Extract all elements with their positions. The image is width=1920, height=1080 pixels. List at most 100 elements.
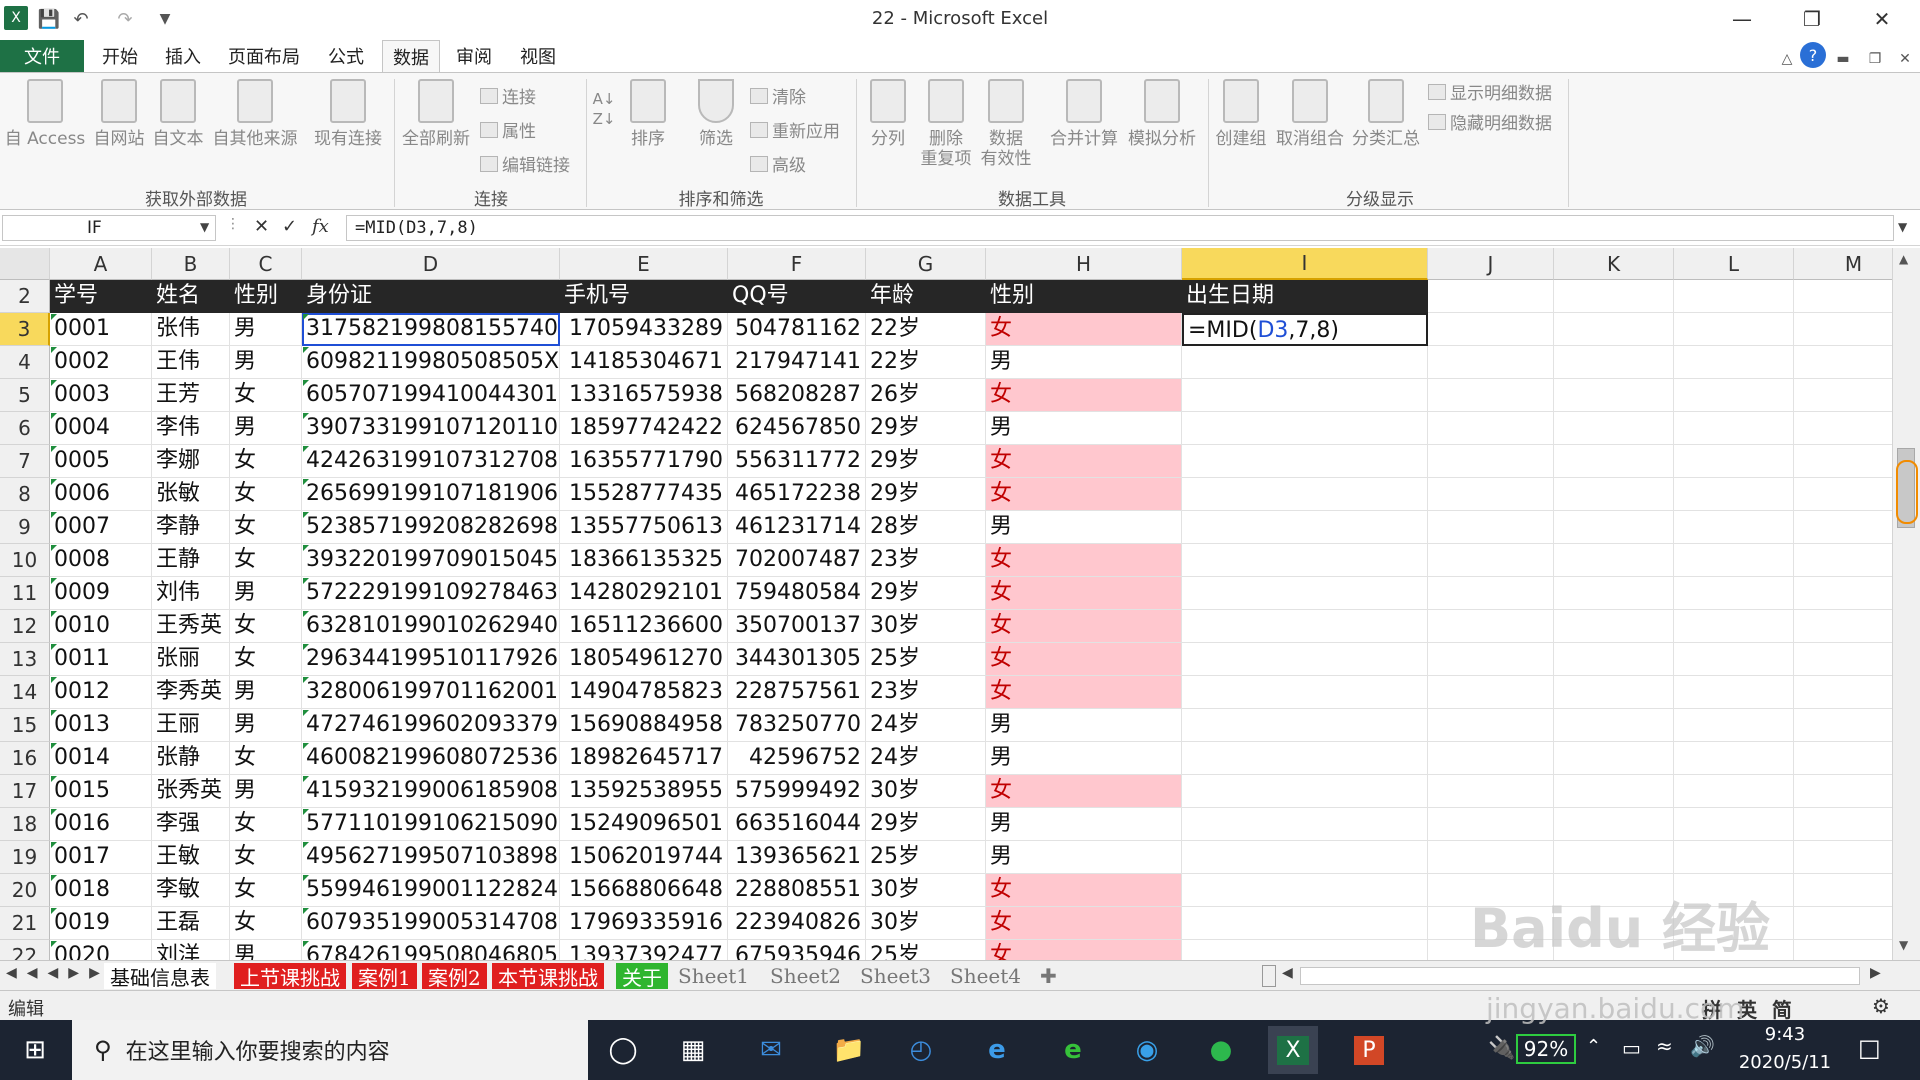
task-view-icon[interactable]: ◯ — [598, 1026, 648, 1074]
cell[interactable] — [1428, 610, 1554, 643]
cell[interactable]: 男 — [230, 709, 302, 742]
from-text-button[interactable]: 自文本 — [148, 79, 208, 149]
id-cell[interactable]: 0012 — [50, 676, 152, 709]
cell[interactable]: 30岁 — [866, 610, 986, 643]
cell[interactable]: 女 — [230, 511, 302, 544]
gender-cell[interactable]: 男 — [986, 841, 1182, 874]
cell[interactable] — [1428, 544, 1554, 577]
doc-close-icon[interactable]: ✕ — [1892, 46, 1918, 72]
cell[interactable] — [1554, 676, 1674, 709]
cell[interactable]: 223940826 — [728, 907, 866, 940]
cell[interactable]: 李娜 — [152, 445, 230, 478]
cell[interactable]: 139365621 — [728, 841, 866, 874]
id-card-cell[interactable]: 60982119980508505X — [302, 346, 560, 379]
header-cell[interactable]: 学号 — [50, 280, 152, 313]
cell[interactable]: 13557750613 — [560, 511, 728, 544]
cell[interactable]: 王静 — [152, 544, 230, 577]
cell[interactable] — [1182, 346, 1428, 379]
cell[interactable] — [1428, 676, 1554, 709]
cell[interactable]: 女 — [230, 379, 302, 412]
id-cell[interactable]: 0002 — [50, 346, 152, 379]
cell[interactable]: 15249096501 — [560, 808, 728, 841]
cell[interactable]: 男 — [230, 313, 302, 346]
cell[interactable] — [1794, 940, 1892, 960]
row-header[interactable]: 4 — [0, 346, 50, 379]
cell[interactable]: 李静 — [152, 511, 230, 544]
gender-cell[interactable]: 女 — [986, 907, 1182, 940]
cell[interactable]: 13937392477 — [560, 940, 728, 960]
id-cell[interactable]: 0005 — [50, 445, 152, 478]
cell[interactable]: 张伟 — [152, 313, 230, 346]
cell[interactable] — [1794, 280, 1892, 313]
id-cell[interactable]: 0015 — [50, 775, 152, 808]
add-sheet-icon[interactable]: ✚ — [1034, 963, 1063, 989]
gender-cell[interactable]: 女 — [986, 676, 1182, 709]
id-card-cell[interactable]: 296344199510117926 — [302, 643, 560, 676]
cell[interactable] — [1674, 676, 1794, 709]
from-access-button[interactable]: 自 Access — [4, 79, 86, 149]
cancel-entry-icon[interactable]: ✕ — [254, 216, 269, 237]
clock-time[interactable]: 9:43 — [1730, 1024, 1840, 1045]
browser-icon[interactable]: e — [1048, 1026, 1098, 1074]
cell[interactable] — [1554, 445, 1674, 478]
cell[interactable] — [1428, 412, 1554, 445]
power-plug-icon[interactable]: 🔌 — [1488, 1036, 1515, 1061]
gender-cell[interactable]: 男 — [986, 412, 1182, 445]
cell[interactable] — [1182, 511, 1428, 544]
cell[interactable]: 14185304671 — [560, 346, 728, 379]
enter-entry-icon[interactable]: ✓ — [282, 216, 297, 237]
gender-cell[interactable]: 女 — [986, 643, 1182, 676]
cell[interactable] — [1794, 313, 1892, 346]
cell[interactable] — [1182, 940, 1428, 960]
column-header-f[interactable]: F — [728, 248, 866, 280]
powerpoint-taskbar-icon[interactable]: P — [1344, 1026, 1394, 1074]
id-cell[interactable]: 0018 — [50, 874, 152, 907]
notification-icon[interactable]: □ — [1858, 1034, 1881, 1062]
cell[interactable]: 女 — [230, 808, 302, 841]
tab-data[interactable]: 数据 — [382, 40, 440, 72]
id-card-cell[interactable]: 472746199602093379 — [302, 709, 560, 742]
cell[interactable]: 王敏 — [152, 841, 230, 874]
cell[interactable] — [1182, 841, 1428, 874]
cell[interactable]: 29岁 — [866, 577, 986, 610]
row-header[interactable]: 9 — [0, 511, 50, 544]
cell[interactable]: 张敏 — [152, 478, 230, 511]
subtotal-button[interactable]: 分类汇总 — [1348, 79, 1424, 149]
cell[interactable] — [1674, 808, 1794, 841]
battery-icon[interactable]: ▭ — [1622, 1036, 1641, 1060]
id-card-cell[interactable]: 523857199208282698 — [302, 511, 560, 544]
restore-icon[interactable]: ❐ — [1792, 6, 1832, 32]
cell[interactable]: 556311772 — [728, 445, 866, 478]
cell[interactable]: 624567850 — [728, 412, 866, 445]
cell[interactable] — [1182, 544, 1428, 577]
id-card-cell[interactable]: 632810199010262940 — [302, 610, 560, 643]
from-web-button[interactable]: 自网站 — [88, 79, 150, 149]
tab-split-handle[interactable] — [1262, 965, 1276, 987]
column-header-b[interactable]: B — [152, 248, 230, 280]
gender-cell[interactable]: 女 — [986, 775, 1182, 808]
excel-taskbar-icon[interactable]: X — [1268, 1026, 1318, 1074]
sheet-tab[interactable]: 上节课挑战 — [234, 963, 346, 990]
cell[interactable] — [1674, 478, 1794, 511]
name-box[interactable]: IF — [2, 215, 216, 241]
row-header[interactable]: 17 — [0, 775, 50, 808]
cell[interactable] — [1428, 280, 1554, 313]
active-editing-cell[interactable]: =MID(D3,7,8) — [1182, 313, 1428, 346]
text-to-columns-button[interactable]: 分列 — [862, 79, 914, 149]
cell[interactable]: 王丽 — [152, 709, 230, 742]
cell[interactable]: 25岁 — [866, 643, 986, 676]
wifi-icon[interactable]: ≈ — [1656, 1034, 1673, 1058]
gender-cell[interactable]: 女 — [986, 610, 1182, 643]
data-validation-button[interactable]: 数据 有效性 — [978, 79, 1034, 169]
row-header[interactable]: 8 — [0, 478, 50, 511]
volume-icon[interactable]: 🔊 — [1690, 1034, 1715, 1058]
id-card-cell[interactable]: 460082199608072536 — [302, 742, 560, 775]
edit-links-button[interactable]: 编辑链接 — [480, 151, 570, 176]
refresh-all-button[interactable]: 全部刷新 — [398, 79, 474, 149]
clock-date[interactable]: 2020/5/11 — [1730, 1052, 1840, 1073]
cell[interactable]: 18982645717 — [560, 742, 728, 775]
id-card-cell[interactable]: 678426199508046805 — [302, 940, 560, 960]
cell[interactable]: 15062019744 — [560, 841, 728, 874]
reapply-button[interactable]: 重新应用 — [750, 117, 840, 142]
cell[interactable] — [1554, 544, 1674, 577]
